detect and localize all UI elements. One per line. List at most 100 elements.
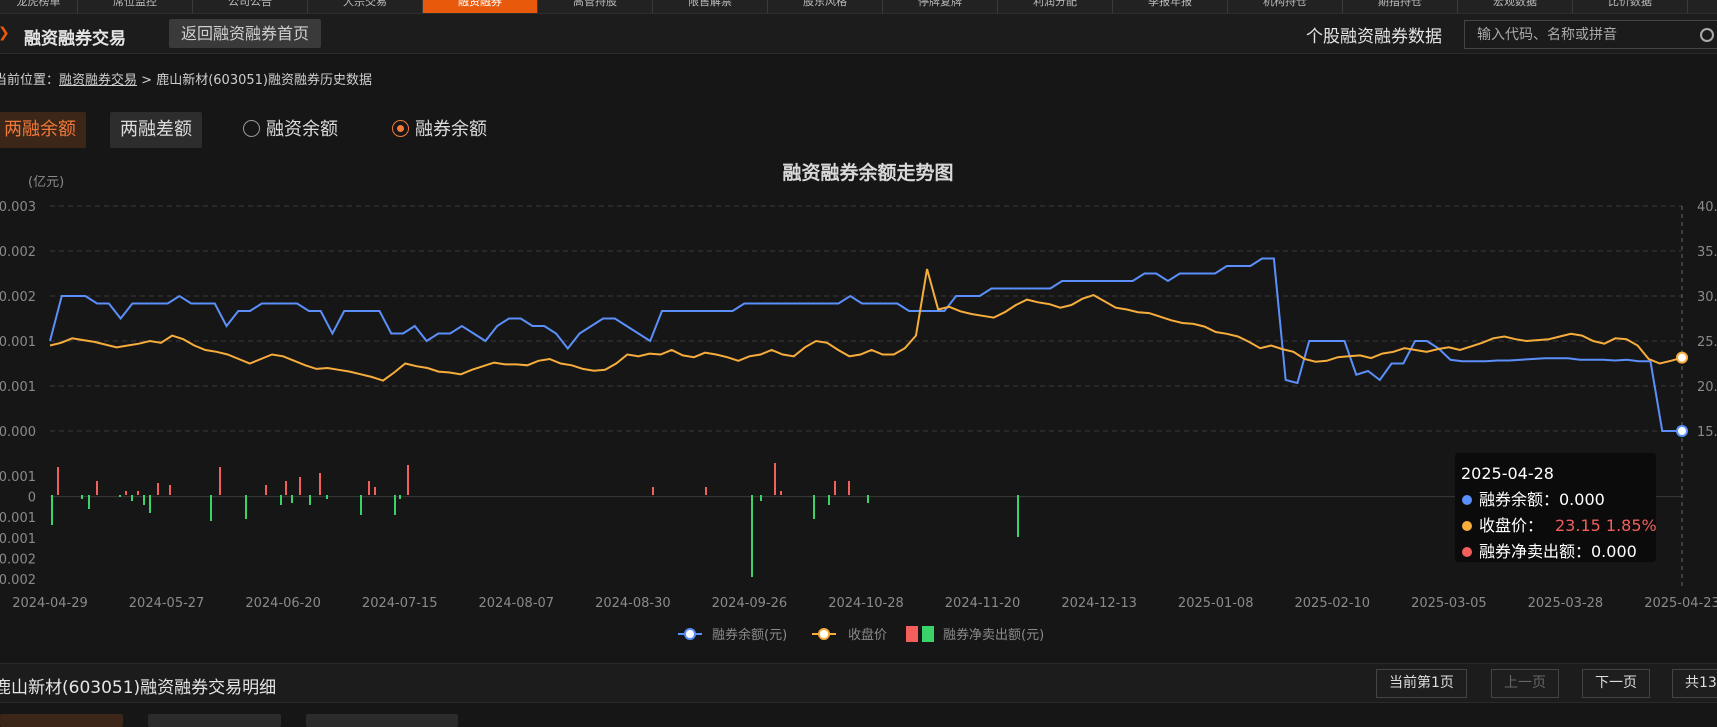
net-sell-bar <box>867 495 869 503</box>
series-lending-balance-line <box>49 257 1686 432</box>
nav-tab[interactable]: 比价数据 <box>1573 0 1688 13</box>
nav-tab[interactable]: 席位监控 <box>78 0 193 13</box>
breadcrumb-separator: > <box>141 73 153 88</box>
breadcrumb-link[interactable]: 融资融券交易 <box>59 73 137 88</box>
net-sell-bar <box>834 481 836 495</box>
top-nav: 龙虎榜单 席位监控 公司公告 大宗交易 融资融券 高管持股 限售解禁 股东风格 停牌复牌 利润分配… <box>0 0 1717 14</box>
table-tab[interactable] <box>148 714 281 727</box>
sub-y-tick-label: -0.001 <box>0 511 36 526</box>
legend-lending-marker <box>684 628 696 640</box>
net-sell-bar <box>774 463 776 495</box>
legend-netsell-neg-swatch <box>922 626 934 642</box>
net-sell-bar <box>760 495 762 501</box>
net-sell-bar <box>368 481 370 495</box>
sub-y-tick-label: -0.002 <box>0 552 36 567</box>
net-sell-bar <box>1017 495 1019 537</box>
chevron-right-icon: ❯ <box>0 25 10 41</box>
nav-tab[interactable]: 大宗交易 <box>308 0 423 13</box>
net-sell-bar <box>751 495 753 577</box>
net-sell-bar <box>848 481 850 495</box>
radio-financing-balance[interactable]: 融资余额 <box>243 112 338 148</box>
radio-lending-balance[interactable]: 融券余额 <box>392 112 487 148</box>
search-input[interactable] <box>1464 20 1717 49</box>
net-sell-bar <box>88 495 90 509</box>
tooltip-row-lending: 融券余额：0.000 <box>1479 490 1605 509</box>
tooltip-row-close-label: 收盘价： <box>1479 516 1543 535</box>
x-tick-label: 2024-08-30 <box>595 596 671 611</box>
net-sell-bar <box>219 467 221 495</box>
net-sell-bar <box>210 495 212 521</box>
x-tick-label: 2024-09-26 <box>712 596 788 611</box>
y-tick-label: 0.001 <box>0 335 36 350</box>
y-tick-label: 0.000 <box>0 425 36 440</box>
radio-selected-icon <box>392 120 409 137</box>
nav-tab[interactable]: 利润分配 <box>998 0 1113 13</box>
nav-tab[interactable]: 限售解禁 <box>653 0 768 13</box>
sub-y-tick-label: -0.001 <box>0 532 36 547</box>
nav-tab[interactable]: 龙虎榜单 <box>0 0 78 13</box>
net-sell-bar <box>828 495 830 505</box>
y-right-tick-label: 30. <box>1697 290 1717 305</box>
legend-close-label: 收盘价 <box>848 627 887 643</box>
nav-tab[interactable]: 宏观数据 <box>1458 0 1573 13</box>
legend-netsell-label: 融券净卖出额(元) <box>943 627 1044 643</box>
nav-tab[interactable]: 股东风格 <box>768 0 883 13</box>
x-tick-label: 2024-07-15 <box>362 596 438 611</box>
radio-icon <box>243 120 260 137</box>
detail-bar: 鹿山新材(603051)融资融券交易明细 当前第1页 上一页 下一页 共13 <box>0 663 1717 703</box>
lending-balance-marker <box>1676 425 1688 437</box>
y-right-tick-label: 35. <box>1697 245 1717 260</box>
net-sell-bar <box>125 491 127 495</box>
y-tick-label: 0.002 <box>0 290 36 305</box>
net-sell-bar <box>360 495 362 515</box>
table-tab-active[interactable] <box>0 714 123 727</box>
net-sell-bar <box>157 483 159 495</box>
page-title: 融资融券交易 <box>24 29 126 49</box>
x-tick-label: 2024-08-07 <box>479 596 555 611</box>
net-sell-bar <box>119 495 121 497</box>
y-right-tick-label: 40. <box>1697 200 1717 215</box>
next-page-button[interactable]: 下一页 <box>1582 669 1650 698</box>
nav-tab[interactable]: 停牌复牌 <box>883 0 998 13</box>
detail-title: 鹿山新材(603051)融资融券交易明细 <box>0 678 277 698</box>
tooltip-dot-close <box>1462 521 1472 531</box>
nav-tab[interactable]: 高管持股 <box>538 0 653 13</box>
total-balance-button[interactable]: 两融余额 <box>0 112 86 148</box>
net-sell-bar <box>705 487 707 495</box>
nav-tab[interactable]: 期指持仓 <box>1343 0 1458 13</box>
balance-trend-chart: 融资融券余额走势图 (亿元) 0.003 40. 0.002 35. 0.002 30. 0.0… <box>0 161 1717 643</box>
x-tick-label: 2025-02-10 <box>1295 596 1371 611</box>
x-tick-label: 2024-06-20 <box>245 596 321 611</box>
net-sell-bar <box>326 495 328 499</box>
back-to-home-button[interactable]: 返回融资融券首页 <box>169 19 322 48</box>
tooltip-date: 2025-04-28 <box>1461 464 1554 483</box>
y-tick-label: 0.003 <box>0 200 36 215</box>
net-sell-bar <box>285 481 287 495</box>
total-pages: 共13 <box>1672 669 1717 698</box>
sub-y-tick-label: -0.002 <box>0 573 36 588</box>
nav-tab[interactable]: 机构持仓 <box>1228 0 1343 13</box>
nav-tab[interactable]: 公司公告 <box>193 0 308 13</box>
tooltip-row-netsell: 融券净卖出额：0.000 <box>1479 542 1637 561</box>
balance-diff-button[interactable]: 两融差额 <box>110 112 202 148</box>
table-tab[interactable] <box>306 714 458 727</box>
series-close-price-line <box>49 268 1683 382</box>
tooltip-dot-netsell <box>1462 547 1472 557</box>
net-sell-bar <box>374 487 376 495</box>
legend-netsell-pos-swatch <box>906 626 918 642</box>
search-icon[interactable] <box>1700 28 1714 42</box>
nav-tab[interactable]: 融资融券 <box>423 0 538 13</box>
net-sell-bar <box>149 495 151 513</box>
tooltip-row-close-value: 23.15 1.85% <box>1555 516 1657 535</box>
header-bar: ❯ 融资融券交易 返回融资融券首页 个股融资融券数据 <box>0 14 1717 54</box>
net-sell-bar <box>652 487 654 495</box>
net-sell-bar <box>299 477 301 495</box>
nav-tab[interactable]: 更多 <box>1688 0 1717 13</box>
prev-page-button[interactable]: 上一页 <box>1491 669 1559 698</box>
x-tick-label: 2025-01-08 <box>1178 596 1254 611</box>
net-sell-bar <box>780 491 782 495</box>
nav-tab[interactable]: 季报年报 <box>1113 0 1228 13</box>
net-sell-bar <box>169 485 171 495</box>
x-tick-label: 2025-03-05 <box>1411 596 1487 611</box>
x-tick-label: 2024-11-20 <box>945 596 1021 611</box>
